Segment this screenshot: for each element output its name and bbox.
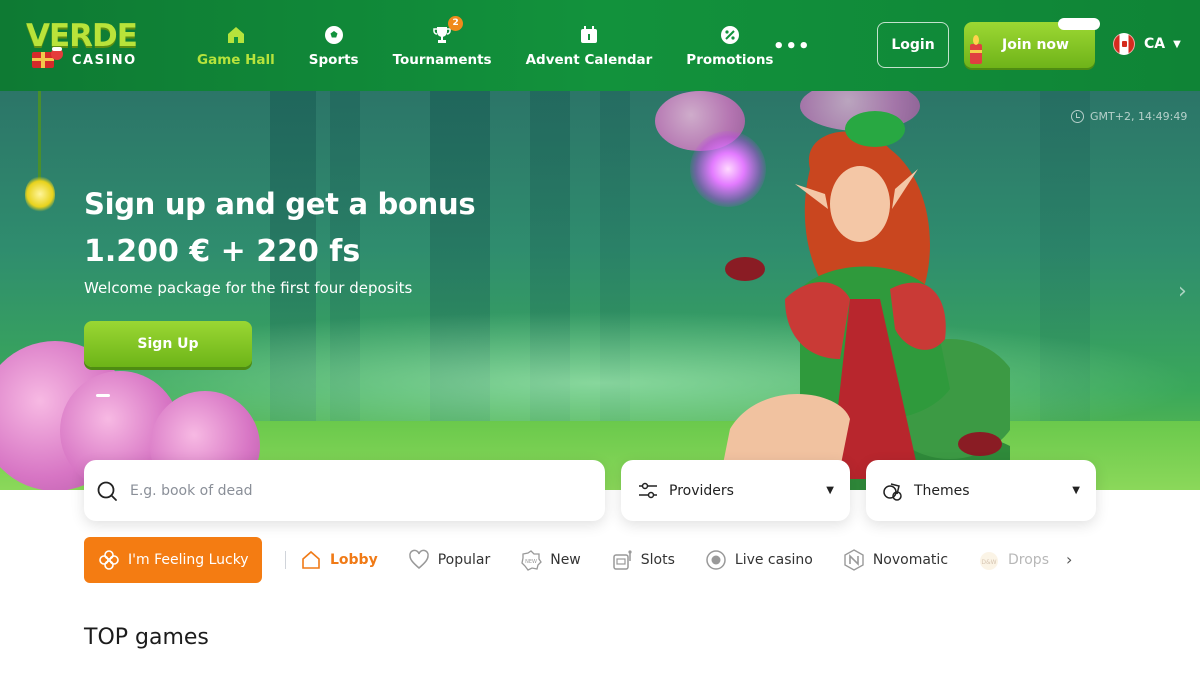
- glowing-lantern: [25, 176, 55, 212]
- nav-label: Tournaments: [392, 51, 492, 68]
- hanging-vine: [38, 91, 41, 181]
- tab-label: Drops: [1008, 552, 1049, 568]
- hero-title: Sign up and get a bonus: [84, 187, 476, 221]
- join-now-label: Join now: [1002, 37, 1069, 53]
- clock-time: GMT+2, 14:49:49: [1090, 110, 1188, 123]
- svg-text:D&W: D&W: [981, 559, 996, 566]
- nav-tournaments[interactable]: 2 Tournaments: [376, 0, 509, 91]
- home-icon: [300, 549, 322, 571]
- svg-text:NEW: NEW: [525, 559, 537, 565]
- themes-icon: [883, 482, 902, 501]
- clock-icon: [1071, 110, 1084, 123]
- language-code: CA: [1144, 36, 1166, 52]
- sliders-icon: [639, 482, 657, 498]
- chevron-down-icon: ▼: [826, 485, 834, 496]
- new-badge-icon: NEW: [520, 549, 543, 571]
- nav-sports[interactable]: Sports: [292, 0, 376, 91]
- logo-subtitle: CASINO: [72, 53, 137, 68]
- nav-game-hall[interactable]: Game Hall: [180, 0, 292, 91]
- tab-label: Novomatic: [872, 552, 949, 568]
- chevron-down-icon: ▼: [1072, 485, 1080, 496]
- calendar-icon: [578, 24, 600, 46]
- nav-label: Game Hall: [197, 51, 275, 68]
- game-search: [84, 460, 605, 521]
- gift-decoration-icon: [32, 47, 63, 68]
- chevron-right-icon[interactable]: ›: [1066, 550, 1072, 569]
- elf-character-illustration: [720, 111, 1010, 490]
- hero-banner: GMT+2, 14:49:49 Sign up and get a bonus …: [0, 91, 1200, 490]
- tab-label: Popular: [437, 552, 491, 568]
- nav-advent-calendar[interactable]: Advent Calendar: [509, 0, 670, 91]
- login-button[interactable]: Login: [877, 22, 949, 68]
- nav-label: Sports: [308, 51, 359, 68]
- hero-bonus-amount: 1.200 € + 220 fs: [84, 234, 361, 269]
- tab-label: Lobby: [330, 552, 378, 568]
- language-selector[interactable]: CA ▼: [1113, 33, 1181, 55]
- live-dot-icon: [705, 549, 727, 571]
- tab-slots[interactable]: Slots: [611, 549, 675, 571]
- drops-wins-icon: D&W: [978, 549, 1000, 571]
- clover-icon: [99, 550, 119, 570]
- tab-live-casino[interactable]: Live casino: [705, 549, 813, 571]
- snow-decoration: [1058, 18, 1100, 30]
- soccer-ball-icon: [323, 24, 345, 46]
- search-input[interactable]: [130, 482, 570, 499]
- tab-lobby[interactable]: Lobby: [300, 549, 378, 571]
- feeling-lucky-label: I'm Feeling Lucky: [128, 552, 249, 568]
- tab-label: Slots: [640, 552, 675, 568]
- chevron-down-icon: ▼: [1173, 38, 1181, 50]
- providers-label: Providers: [669, 482, 734, 499]
- providers-dropdown[interactable]: Providers ▼: [621, 460, 850, 521]
- trophy-icon: 2: [431, 15, 464, 46]
- tab-label: New: [550, 552, 581, 568]
- feeling-lucky-button[interactable]: I'm Feeling Lucky: [84, 537, 262, 583]
- slider-indicator[interactable]: [96, 394, 110, 397]
- category-tabs: Lobby Popular NEW New Slots Live casino …: [300, 537, 1060, 583]
- more-menu-icon[interactable]: •••: [773, 36, 811, 57]
- slot-machine-icon: [611, 549, 633, 571]
- hero-subtitle: Welcome package for the first four depos…: [84, 279, 413, 297]
- chevron-right-icon[interactable]: ›: [1178, 279, 1187, 304]
- heart-icon: [408, 549, 430, 571]
- candle-decoration-icon: [970, 35, 982, 64]
- tab-label: Live casino: [734, 552, 813, 568]
- tab-popular[interactable]: Popular: [408, 549, 491, 571]
- divider: [285, 551, 286, 569]
- tab-drops[interactable]: D&W Drops: [978, 549, 1049, 571]
- server-clock: GMT+2, 14:49:49: [1071, 110, 1187, 123]
- themes-dropdown[interactable]: Themes ▼: [866, 460, 1096, 521]
- tab-novomatic[interactable]: Novomatic: [843, 549, 948, 571]
- main-nav: Game Hall Sports 2 Tournaments Advent Ca…: [180, 0, 790, 91]
- home-icon: [225, 24, 247, 46]
- novomatic-logo-icon: [843, 549, 865, 571]
- tab-new[interactable]: NEW New: [520, 549, 581, 571]
- themes-label: Themes: [914, 482, 970, 499]
- section-title-top-games: TOP games: [84, 625, 209, 650]
- percent-badge-icon: [719, 24, 741, 46]
- sign-up-button[interactable]: Sign Up: [84, 321, 252, 367]
- verde-casino-logo[interactable]: VERDE CASINO: [26, 18, 156, 74]
- site-header: VERDE CASINO Game Hall Sports 2 Tourname…: [0, 0, 1200, 91]
- search-icon: [97, 481, 117, 501]
- nav-label: Promotions: [686, 51, 774, 68]
- nav-label: Advent Calendar: [525, 51, 653, 68]
- tournaments-count-badge: 2: [448, 15, 464, 31]
- canada-flag-icon: [1113, 33, 1135, 55]
